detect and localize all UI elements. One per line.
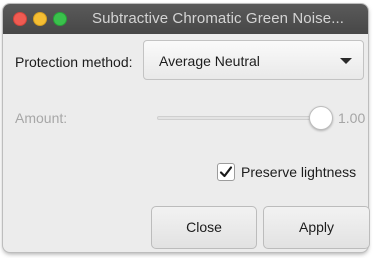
- protection-method-label: Protection method:: [15, 54, 133, 70]
- preserve-lightness-label: Preserve lightness: [241, 164, 357, 180]
- protection-method-value: Average Neutral: [159, 53, 260, 69]
- protection-method-select[interactable]: Average Neutral: [143, 40, 364, 80]
- apply-button[interactable]: Apply: [263, 206, 370, 249]
- close-window-icon[interactable]: [13, 12, 27, 26]
- amount-slider-track[interactable]: [157, 116, 322, 120]
- amount-value: 1.00: [338, 110, 366, 126]
- amount-slider-thumb[interactable]: [309, 106, 333, 130]
- checkmark-icon: [219, 166, 233, 178]
- minimize-window-icon[interactable]: [33, 12, 47, 26]
- amount-label: Amount:: [15, 110, 68, 126]
- window-title: Subtractive Chromatic Green Noise...: [92, 10, 345, 27]
- maximize-window-icon[interactable]: [53, 12, 67, 26]
- preserve-lightness-checkbox[interactable]: [217, 163, 235, 181]
- title-bar: Subtractive Chromatic Green Noise...: [3, 4, 368, 34]
- chevron-down-icon: [340, 58, 352, 64]
- close-button[interactable]: Close: [151, 206, 257, 249]
